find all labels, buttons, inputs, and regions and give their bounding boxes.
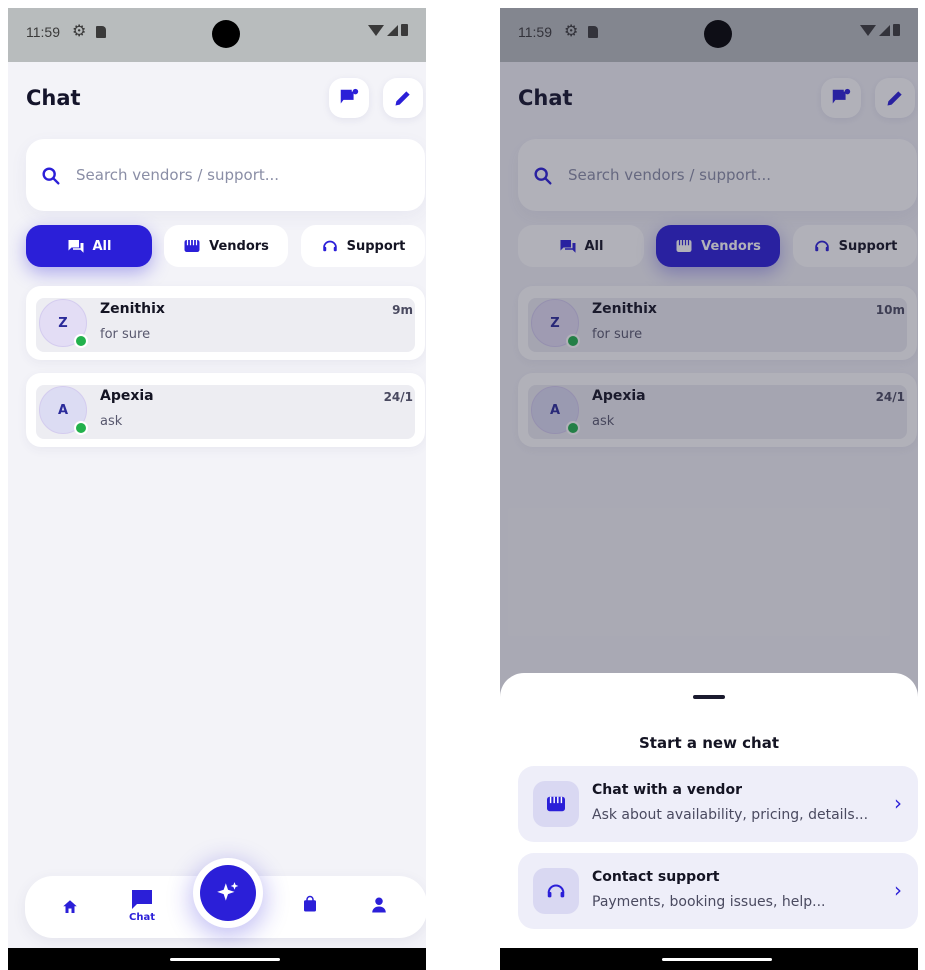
home-gesture-handle[interactable] <box>170 958 280 961</box>
camera-cutout <box>212 20 240 48</box>
battery-icon <box>401 24 408 36</box>
storefront-icon <box>184 240 200 252</box>
nav-chat[interactable]: Chat <box>129 888 155 923</box>
storefront-icon <box>533 781 579 827</box>
search-placeholder: Search vendors / support... <box>76 166 280 184</box>
sheet-title: Start a new chat <box>638 734 780 752</box>
headset-icon <box>322 240 337 252</box>
home-gesture-handle[interactable] <box>662 958 772 961</box>
chat-with-vendor-option[interactable]: Chat with a vendor Ask about availabilit… <box>518 766 918 842</box>
chat-bubble-icon <box>132 890 152 909</box>
system-home-bar <box>500 948 918 970</box>
nav-bookings[interactable] <box>301 894 319 914</box>
ai-assistant-button[interactable] <box>200 865 256 921</box>
page-title: Chat <box>26 86 81 110</box>
sheet-drag-handle[interactable] <box>693 695 725 699</box>
headset-icon <box>533 868 579 914</box>
conversation-time: 24/1 <box>383 390 413 404</box>
chat-screen: 11:59 ⚙ Chat Search vendors / support...… <box>8 8 426 970</box>
home-icon <box>63 900 77 913</box>
signal-icon <box>387 24 398 36</box>
nav-chat-label: Chat <box>129 912 155 923</box>
conversation-name: Zenithix <box>100 301 165 317</box>
sd-card-icon <box>96 26 106 38</box>
compose-button[interactable] <box>383 78 423 118</box>
shopping-bag-icon <box>304 895 316 912</box>
option-subtitle: Payments, booking issues, help... <box>592 894 826 910</box>
tab-support[interactable]: Support <box>301 225 425 267</box>
online-status-dot <box>74 421 88 435</box>
wifi-icon <box>368 24 384 36</box>
tab-support-label: Support <box>346 238 406 254</box>
chat-bubbles-icon <box>68 240 83 253</box>
chat-screen-with-sheet: 11:59 ⚙ Chat Search vendors / support...… <box>500 8 918 970</box>
contact-support-option[interactable]: Contact support Payments, booking issues… <box>518 853 918 929</box>
conversation-item[interactable]: Z Zenithix for sure 9m <box>26 286 425 360</box>
system-home-bar <box>8 948 426 970</box>
option-title: Contact support <box>592 869 720 885</box>
conversation-highlight <box>36 385 415 439</box>
filter-tabs: All Vendors Support <box>26 225 425 269</box>
new-report-button[interactable] <box>329 78 369 118</box>
chevron-right-icon: › <box>894 791 902 815</box>
conversation-last-message: ask <box>100 414 123 429</box>
flag-message-icon <box>340 88 359 104</box>
nav-home[interactable] <box>61 898 79 916</box>
settings-gear-icon: ⚙ <box>72 21 87 40</box>
pencil-icon <box>395 91 410 106</box>
chevron-right-icon: › <box>894 878 902 902</box>
option-subtitle: Ask about availability, pricing, details… <box>592 807 869 823</box>
tab-all-label: All <box>92 238 112 254</box>
conversation-time: 9m <box>392 303 413 317</box>
conversation-item[interactable]: A Apexia ask 24/1 <box>26 373 425 447</box>
tab-vendors-label: Vendors <box>209 238 269 254</box>
search-bar[interactable]: Search vendors / support... <box>26 139 425 211</box>
conversation-name: Apexia <box>100 388 154 404</box>
tab-all[interactable]: All <box>26 225 152 267</box>
status-bar: 11:59 ⚙ <box>8 8 426 62</box>
option-title: Chat with a vendor <box>592 782 742 798</box>
conversation-last-message: for sure <box>100 327 151 342</box>
conversation-highlight <box>36 298 415 352</box>
online-status-dot <box>74 334 88 348</box>
person-icon <box>372 897 386 913</box>
new-chat-bottom-sheet: Start a new chat Chat with a vendor Ask … <box>500 673 918 953</box>
nav-profile[interactable] <box>370 896 388 914</box>
status-indicators <box>368 24 408 36</box>
tab-vendors[interactable]: Vendors <box>164 225 288 267</box>
status-time: 11:59 <box>26 24 60 40</box>
sparkles-icon <box>217 882 239 901</box>
search-icon <box>42 167 60 185</box>
